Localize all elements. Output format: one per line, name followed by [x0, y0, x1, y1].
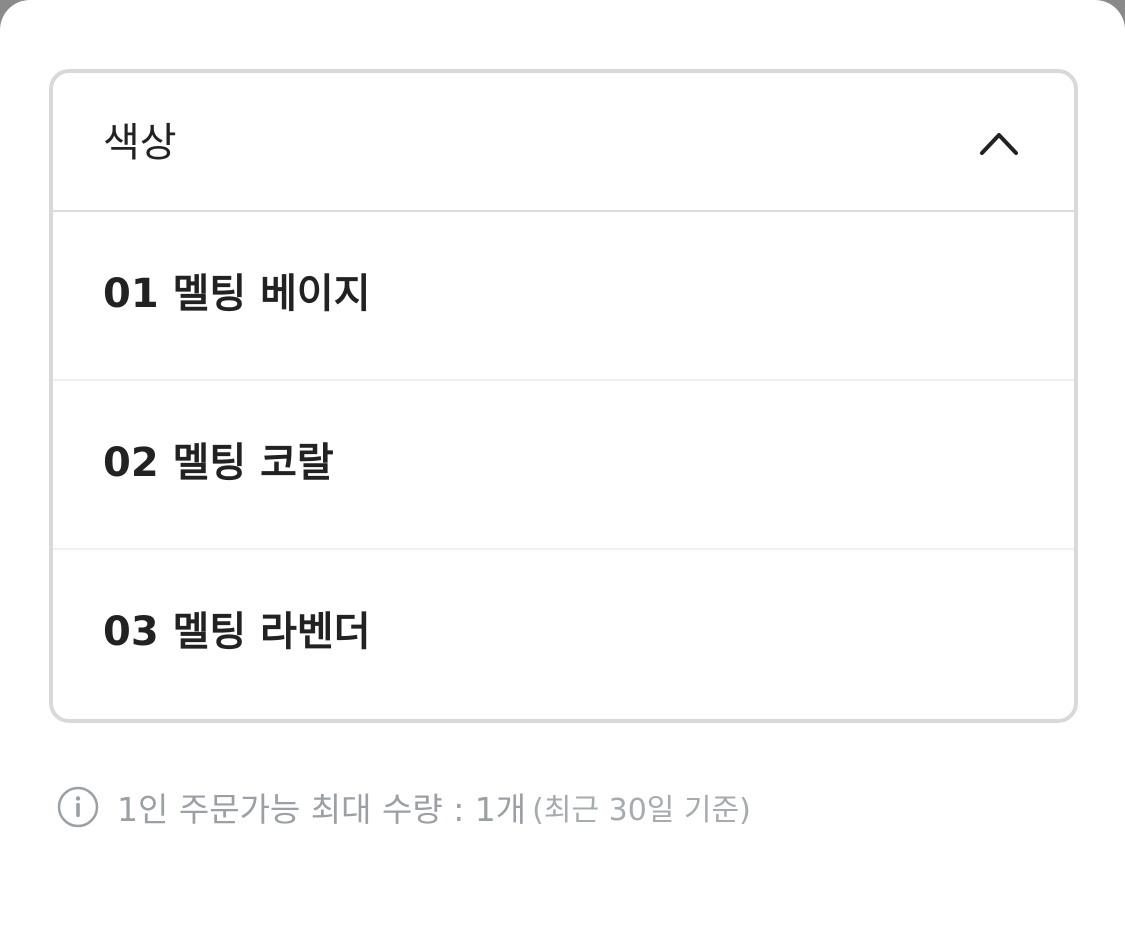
- dropdown-header[interactable]: 색상: [53, 73, 1074, 212]
- order-limit-notice: 1인 주문가능 최대 수량 : 1개 (최근 30일 기준): [57, 784, 751, 830]
- option-label: 03 멜팅 라벤더: [103, 609, 371, 655]
- bottom-sheet: 색상 01 멜팅 베이지 02 멜팅 코랄 03 멜팅 라벤더 1인 주문가능 …: [0, 0, 1125, 930]
- notice-sub-text: (최근 30일 기준): [532, 793, 751, 828]
- color-dropdown: 색상 01 멜팅 베이지 02 멜팅 코랄 03 멜팅 라벤더: [49, 69, 1078, 723]
- chevron-up-icon[interactable]: [979, 129, 1019, 157]
- dropdown-option[interactable]: 01 멜팅 베이지: [53, 212, 1074, 381]
- option-label: 01 멜팅 베이지: [103, 271, 371, 317]
- info-icon: [57, 786, 99, 828]
- dropdown-option[interactable]: 02 멜팅 코랄: [53, 381, 1074, 550]
- notice-main-text: 1인 주문가능 최대 수량 : 1개: [117, 790, 527, 829]
- option-label: 02 멜팅 코랄: [103, 440, 334, 486]
- dropdown-label: 색상: [103, 120, 177, 166]
- dropdown-option[interactable]: 03 멜팅 라벤더: [53, 550, 1074, 719]
